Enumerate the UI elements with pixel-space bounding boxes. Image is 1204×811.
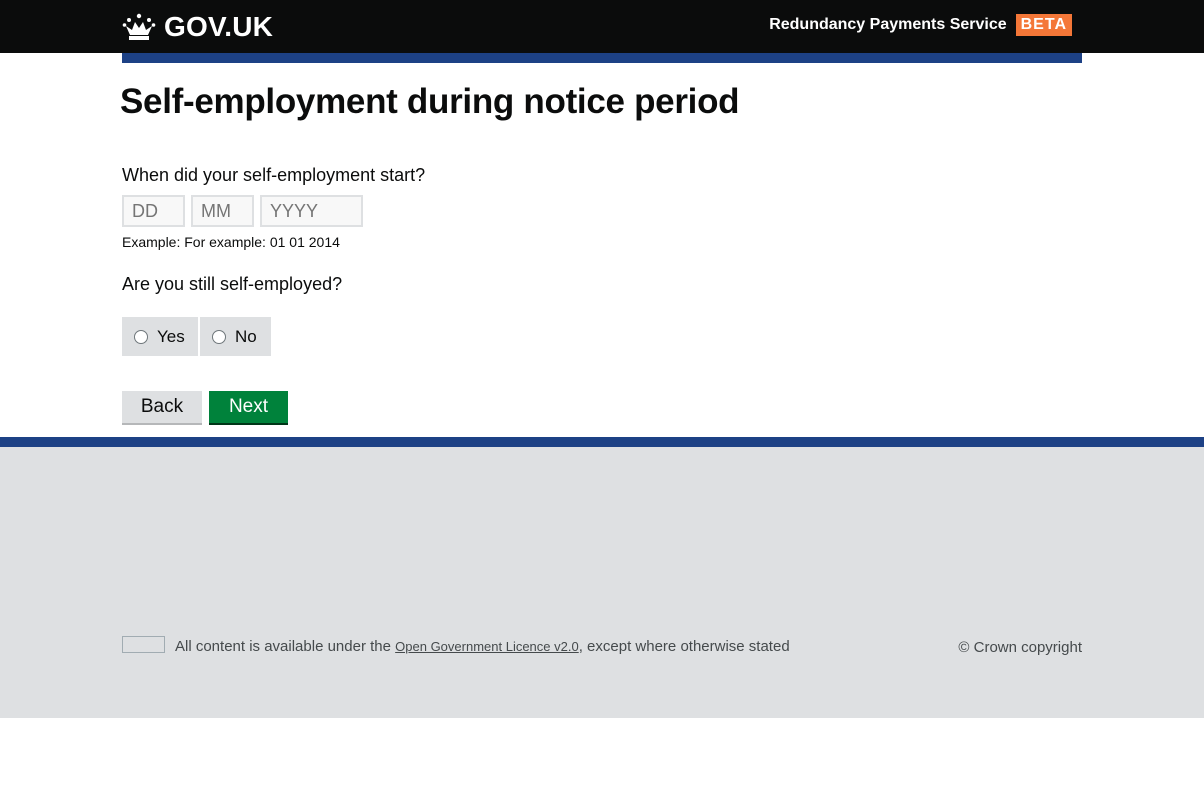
phase-tag: BETA (1015, 14, 1072, 36)
radio-yes[interactable]: Yes (122, 317, 198, 356)
header-blue-bar (122, 53, 1082, 63)
govuk-logo-link[interactable]: GOV.UK (122, 10, 273, 44)
crown-copyright-link[interactable]: © Crown copyright (958, 639, 1082, 656)
licence-prefix: All content is available under the (175, 638, 391, 655)
month-input[interactable] (191, 195, 254, 227)
licence-text: All content is available under the Open … (175, 638, 790, 655)
service-name-link[interactable]: Redundancy Payments Service (769, 16, 1006, 34)
site-header: GOV.UK Redundancy Payments Service BETA (0, 0, 1204, 53)
radio-no-label: No (235, 326, 257, 346)
open-government-licence-logo (122, 636, 165, 653)
still-self-employed-label: Are you still self-employed? (122, 274, 343, 294)
service-area: Redundancy Payments Service BETA (769, 14, 1072, 36)
crown-icon (122, 13, 156, 40)
radio-no[interactable]: No (200, 317, 271, 356)
site-footer (0, 447, 1204, 718)
licence-link[interactable]: Open Government Licence v2.0 (395, 639, 579, 654)
page-title: Self-employment during notice period (120, 82, 740, 121)
radio-circle-icon[interactable] (134, 329, 148, 344)
radio-yes-label: Yes (157, 326, 185, 346)
licence-suffix: , except where otherwise stated (578, 638, 790, 655)
year-input[interactable] (260, 195, 363, 227)
date-hint: Example: For example: 01 01 2014 (122, 234, 340, 250)
logo-text: GOV.UK (164, 11, 274, 42)
next-button[interactable]: Next (209, 391, 288, 423)
footer-blue-bar (0, 437, 1204, 447)
start-date-label: When did your self-employment start? (122, 165, 426, 185)
radio-circle-icon[interactable] (212, 329, 226, 344)
day-input[interactable] (122, 195, 185, 227)
back-button[interactable]: Back (122, 391, 202, 423)
